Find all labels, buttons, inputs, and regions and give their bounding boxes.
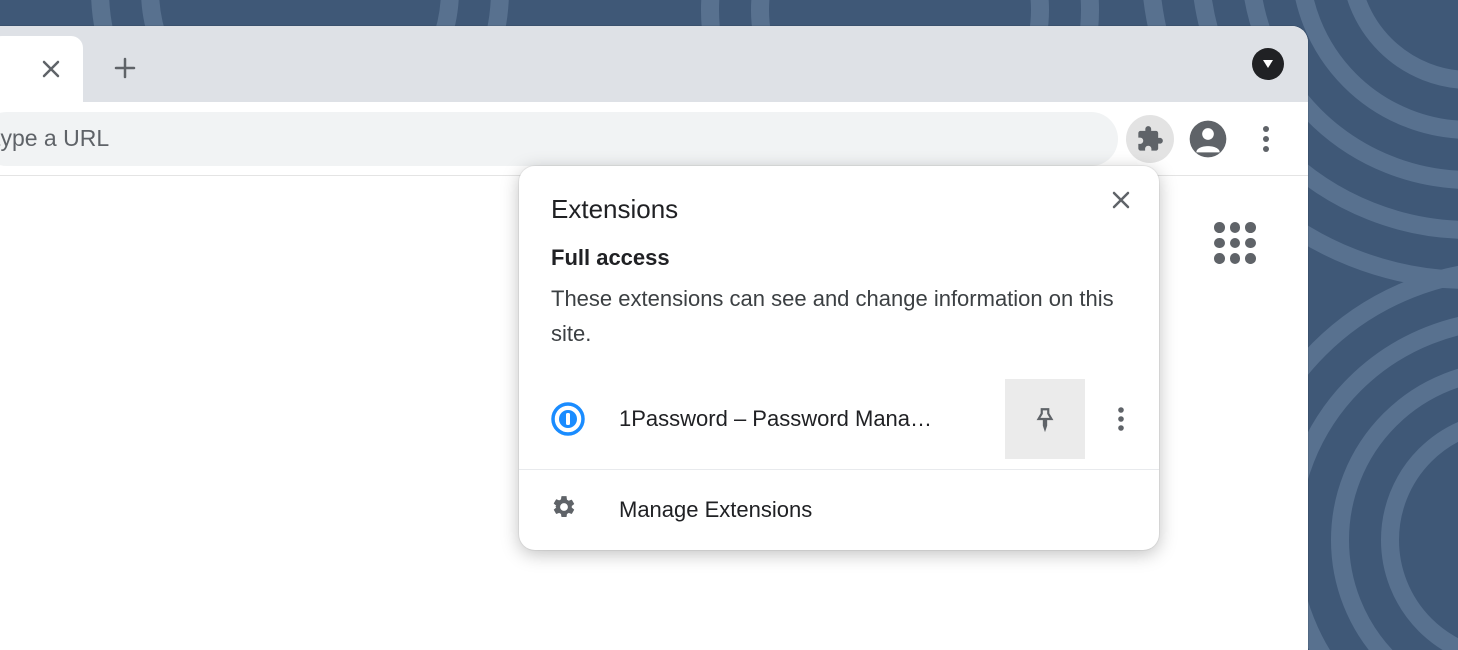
onepassword-icon (551, 402, 585, 436)
popup-title: Extensions (551, 194, 1127, 225)
browser-toolbar: r type a URL (0, 102, 1308, 176)
pin-extension-button[interactable] (1005, 379, 1085, 459)
toolbar-actions (1126, 115, 1308, 163)
tab-close-button[interactable] (35, 53, 67, 85)
manage-extensions-button[interactable]: Manage Extensions (519, 470, 1159, 550)
apps-launcher-button[interactable] (1214, 222, 1256, 264)
extensions-popup: Extensions Full access These extensions … (519, 166, 1159, 550)
dots-vertical-icon (1263, 126, 1269, 152)
close-icon (42, 60, 60, 78)
pin-icon (1032, 406, 1058, 432)
section-title: Full access (551, 245, 1127, 271)
user-icon (1188, 119, 1228, 159)
close-icon (1111, 190, 1131, 210)
triangle-down-icon (1262, 59, 1274, 69)
full-access-section: Full access These extensions can see and… (519, 245, 1159, 369)
section-description: These extensions can see and change info… (551, 281, 1127, 351)
popup-header: Extensions (519, 166, 1159, 245)
extension-icon (551, 402, 585, 436)
extension-row[interactable]: 1Password – Password Mana… (519, 369, 1159, 470)
browser-menu-button[interactable] (1242, 115, 1290, 163)
dots-vertical-icon (1118, 407, 1124, 431)
extension-name: 1Password – Password Mana… (597, 406, 993, 432)
extensions-button[interactable] (1126, 115, 1174, 163)
puzzle-icon (1136, 125, 1164, 153)
extension-more-button[interactable] (1097, 395, 1145, 443)
gear-icon (551, 494, 577, 526)
profile-button[interactable] (1184, 115, 1232, 163)
address-bar[interactable]: r type a URL (0, 112, 1118, 166)
popup-close-button[interactable] (1101, 180, 1141, 220)
tab-strip (0, 26, 1308, 102)
manage-extensions-label: Manage Extensions (619, 497, 812, 523)
window-search-button[interactable] (1252, 48, 1284, 80)
new-tab-button[interactable] (101, 44, 149, 92)
address-bar-placeholder: r type a URL (0, 125, 109, 152)
plus-icon (113, 56, 137, 80)
browser-tab[interactable] (0, 36, 83, 102)
